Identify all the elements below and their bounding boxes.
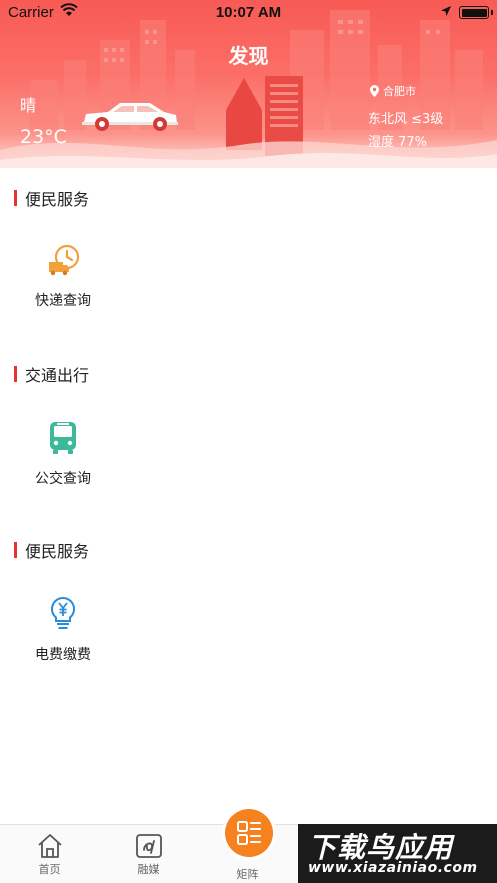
section-accent-bar [14, 366, 17, 382]
home-icon [37, 834, 62, 858]
service-bus-query[interactable]: 公交查询 [20, 420, 106, 488]
tab-label: 融媒 [137, 863, 160, 876]
matrix-button[interactable] [225, 809, 273, 857]
section-accent-bar [14, 190, 17, 206]
service-electricity-payment[interactable]: 电费缴费 [20, 596, 106, 664]
media-icon [135, 834, 162, 858]
location-pin-icon [370, 85, 379, 97]
section-title-label: 便民服务 [25, 542, 90, 561]
watermark-logo: 下载鸟应用 www.xiazainiao.com [298, 824, 497, 883]
wind-info: 东北风 ≤3级 [368, 112, 444, 127]
humidity-info: 湿度 77% [368, 135, 428, 150]
tab-media[interactable]: 融媒 [99, 825, 198, 883]
battery-icon [459, 6, 493, 19]
status-bar: Carrier 10:07 AM [0, 0, 497, 26]
tab-label-matrix: 矩阵 [236, 868, 259, 881]
service-express-query[interactable]: 快递查询 [20, 242, 106, 310]
section-title-convenience-2: 便民服务 [14, 538, 89, 562]
section-title-label: 便民服务 [25, 190, 90, 209]
lightbulb-yen-icon [51, 596, 75, 629]
weather-temperature: 23°C [20, 126, 67, 148]
bus-icon [50, 422, 76, 454]
tab-label: 首页 [38, 863, 61, 876]
service-label: 公交查询 [35, 471, 91, 487]
status-time: 10:07 AM [215, 4, 282, 21]
section-accent-bar [14, 542, 17, 558]
location-arrow-icon [441, 6, 451, 16]
city-label: 合肥市 [383, 85, 416, 98]
location-row[interactable]: 合肥市 [370, 83, 416, 99]
service-label: 电费缴费 [35, 647, 91, 663]
service-label: 快递查询 [35, 293, 91, 309]
tab-home[interactable]: 首页 [0, 825, 99, 883]
tab-matrix[interactable] [222, 806, 276, 860]
weather-condition: 晴 [20, 96, 37, 115]
delivery-truck-clock-icon [49, 244, 80, 276]
car-illustration [82, 103, 178, 131]
watermark-url: www.xiazainiao.com [308, 860, 478, 876]
weather-header: Carrier 10:07 AM 发现 晴 23°C 合肥市 东北风 ≤3级 湿… [0, 0, 497, 168]
page-title: 发现 [228, 44, 269, 68]
grid-icon [237, 821, 261, 845]
section-title-label: 交通出行 [25, 366, 90, 385]
section-title-transport: 交通出行 [14, 362, 89, 386]
section-title-convenience: 便民服务 [14, 186, 89, 210]
